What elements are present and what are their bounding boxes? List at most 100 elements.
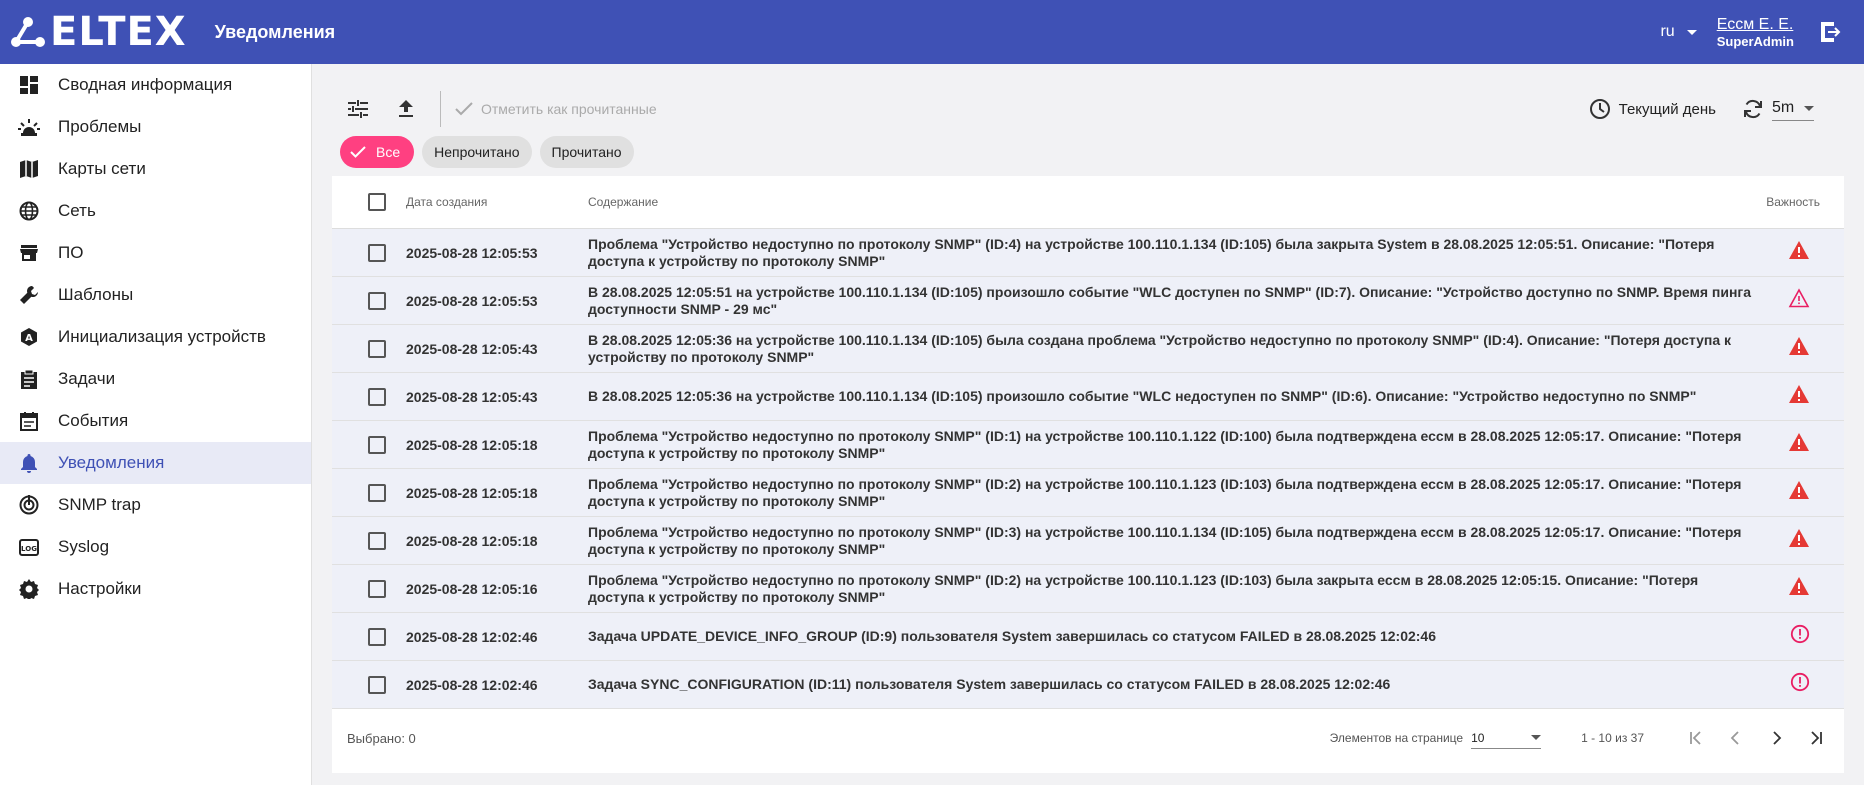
row-checkbox[interactable] xyxy=(368,579,386,598)
filter-chip-unread[interactable]: Непрочитано xyxy=(422,136,532,168)
refresh-interval-select[interactable]: 5m xyxy=(1772,97,1814,121)
refresh-icon[interactable] xyxy=(1742,98,1764,120)
row-checkbox[interactable] xyxy=(368,627,386,646)
language-select[interactable]: ru xyxy=(1660,23,1697,41)
row-checkbox[interactable] xyxy=(368,435,386,454)
sidebar-item-label: События xyxy=(58,411,129,430)
svg-text:A: A xyxy=(25,333,33,344)
first-page-icon xyxy=(1690,731,1701,745)
check-icon xyxy=(350,146,366,158)
row-checkbox[interactable] xyxy=(368,675,386,694)
chevron-down-icon xyxy=(1686,29,1697,35)
table-row[interactable]: 2025-08-28 12:02:46 Задача SYNC_CONFIGURA… xyxy=(332,661,1844,709)
toolbar-divider xyxy=(440,91,441,127)
column-header-content: Содержание xyxy=(588,195,659,209)
column-header-severity[interactable]: Важность xyxy=(1766,195,1844,209)
next-page-button[interactable] xyxy=(1764,726,1788,750)
table-row[interactable]: 2025-08-28 12:05:16 Проблема "Устройство … xyxy=(332,565,1844,613)
table-row[interactable]: 2025-08-28 12:02:46 Задача UPDATE_DEVICE_… xyxy=(332,613,1844,661)
sidebar-item-snmp-trap[interactable]: SNMP trap xyxy=(0,484,311,526)
sidebar-item-device-init[interactable]: A Инициализация устройств xyxy=(0,316,311,358)
table-row[interactable]: 2025-08-28 12:05:18 Проблема "Устройство … xyxy=(332,517,1844,565)
row-checkbox[interactable] xyxy=(368,387,386,406)
row-content: В 28.08.2025 12:05:36 на устройстве 100.… xyxy=(588,388,1697,404)
sidebar-item-summary[interactable]: Сводная информация xyxy=(0,64,311,106)
user-menu[interactable]: Ессм Е. Е. SuperAdmin xyxy=(1717,15,1794,50)
last-page-button[interactable] xyxy=(1804,726,1828,750)
table-row[interactable]: 2025-08-28 12:05:18 Проблема "Устройство … xyxy=(332,421,1844,469)
refresh-interval-value: 5m xyxy=(1772,99,1795,116)
chevron-down-icon xyxy=(1804,105,1814,111)
sidebar-item-label: Syslog xyxy=(58,537,110,556)
log-icon: LOG xyxy=(18,536,40,558)
last-page-icon xyxy=(1811,731,1822,745)
eltex-logo[interactable]: ELTEX xyxy=(10,0,187,64)
user-name[interactable]: Ессм Е. Е. xyxy=(1717,15,1794,34)
table-row[interactable]: 2025-08-28 12:05:43 В 28.08.2025 12:05:36… xyxy=(332,325,1844,373)
chevron-left-icon xyxy=(1730,731,1739,745)
sidebar-item-label: Настройки xyxy=(58,579,142,598)
row-content: Проблема "Устройство недоступно по прото… xyxy=(588,523,1742,557)
bell-icon xyxy=(18,452,40,474)
sidebar-item-software[interactable]: ПО xyxy=(0,232,311,274)
sidebar-item-label: Уведомления xyxy=(58,453,165,472)
warning-filled-icon xyxy=(1788,480,1810,505)
store-icon xyxy=(18,242,40,264)
filter-chips: Все Непрочитано Прочитано xyxy=(340,136,642,168)
table-row[interactable]: 2025-08-28 12:05:43 В 28.08.2025 12:05:36… xyxy=(332,373,1844,421)
row-checkbox[interactable] xyxy=(368,291,386,310)
auto-init-icon: A xyxy=(18,326,40,348)
error-circle-icon xyxy=(1790,624,1810,649)
sidebar-item-label: Карты сети xyxy=(58,159,146,178)
sidebar-item-problems[interactable]: Проблемы xyxy=(0,106,311,148)
select-all-checkbox[interactable] xyxy=(368,193,386,211)
sidebar-item-settings[interactable]: Настройки xyxy=(0,568,311,610)
row-content: Проблема "Устройство недоступно по прото… xyxy=(588,427,1742,461)
logout-icon[interactable] xyxy=(1818,20,1842,44)
prev-page-button[interactable] xyxy=(1724,726,1748,750)
sidebar-item-notifications[interactable]: Уведомления xyxy=(0,442,311,484)
sidebar-item-network[interactable]: Сеть xyxy=(0,190,311,232)
auto-refresh: 5m xyxy=(1742,97,1814,121)
signal-icon xyxy=(18,494,40,516)
row-content: Проблема "Устройство недоступно по прото… xyxy=(588,571,1699,605)
filter-chip-read[interactable]: Прочитано xyxy=(539,136,634,168)
row-checkbox[interactable] xyxy=(368,483,386,502)
sidebar-item-tasks[interactable]: Задачи xyxy=(0,358,311,400)
row-date: 2025-08-28 12:05:18 xyxy=(406,436,538,453)
sidebar-item-syslog[interactable]: LOG Syslog xyxy=(0,526,311,568)
sidebar-item-network-maps[interactable]: Карты сети xyxy=(0,148,311,190)
toolbar: Отметить как прочитанные Текущий день 5m xyxy=(332,78,1844,140)
clipboard-icon xyxy=(18,368,40,390)
error-circle-icon xyxy=(1790,672,1810,697)
row-checkbox[interactable] xyxy=(368,339,386,358)
first-page-button[interactable] xyxy=(1684,726,1708,750)
map-icon xyxy=(18,158,40,180)
table-header: Дата создания Содержание Важность xyxy=(332,176,1844,229)
page-range: 1 - 10 из 37 xyxy=(1581,731,1644,745)
filter-chip-label: Прочитано xyxy=(551,144,622,160)
table-row[interactable]: 2025-08-28 12:05:18 Проблема "Устройство … xyxy=(332,469,1844,517)
filter-settings-icon[interactable] xyxy=(346,97,370,121)
sidebar-item-templates[interactable]: Шаблоны xyxy=(0,274,311,316)
table-row[interactable]: 2025-08-28 12:05:53 Проблема "Устройство … xyxy=(332,229,1844,277)
warning-filled-icon xyxy=(1788,240,1810,265)
sidebar-item-label: Сводная информация xyxy=(58,75,233,94)
page-title: Уведомления xyxy=(214,21,336,42)
table-row[interactable]: 2025-08-28 12:05:53 В 28.08.2025 12:05:51… xyxy=(332,277,1844,325)
export-upload-icon[interactable] xyxy=(394,97,418,121)
per-page-select[interactable]: 10 xyxy=(1471,728,1542,749)
column-header-date[interactable]: Дата создания xyxy=(406,195,588,209)
row-date: 2025-08-28 12:02:46 xyxy=(406,676,538,693)
wrench-icon xyxy=(18,284,40,306)
row-checkbox[interactable] xyxy=(368,243,386,262)
warning-filled-icon xyxy=(1788,432,1810,457)
sidebar-item-label: Проблемы xyxy=(58,117,142,136)
period-selector[interactable]: Текущий день xyxy=(1589,98,1716,120)
sidebar-item-label: Инициализация устройств xyxy=(58,327,266,346)
sidebar-item-events[interactable]: События xyxy=(0,400,311,442)
language-value: ru xyxy=(1660,23,1675,40)
mark-read-button[interactable]: Отметить как прочитанные xyxy=(455,101,657,117)
row-checkbox[interactable] xyxy=(368,531,386,550)
filter-chip-all[interactable]: Все xyxy=(340,136,415,168)
